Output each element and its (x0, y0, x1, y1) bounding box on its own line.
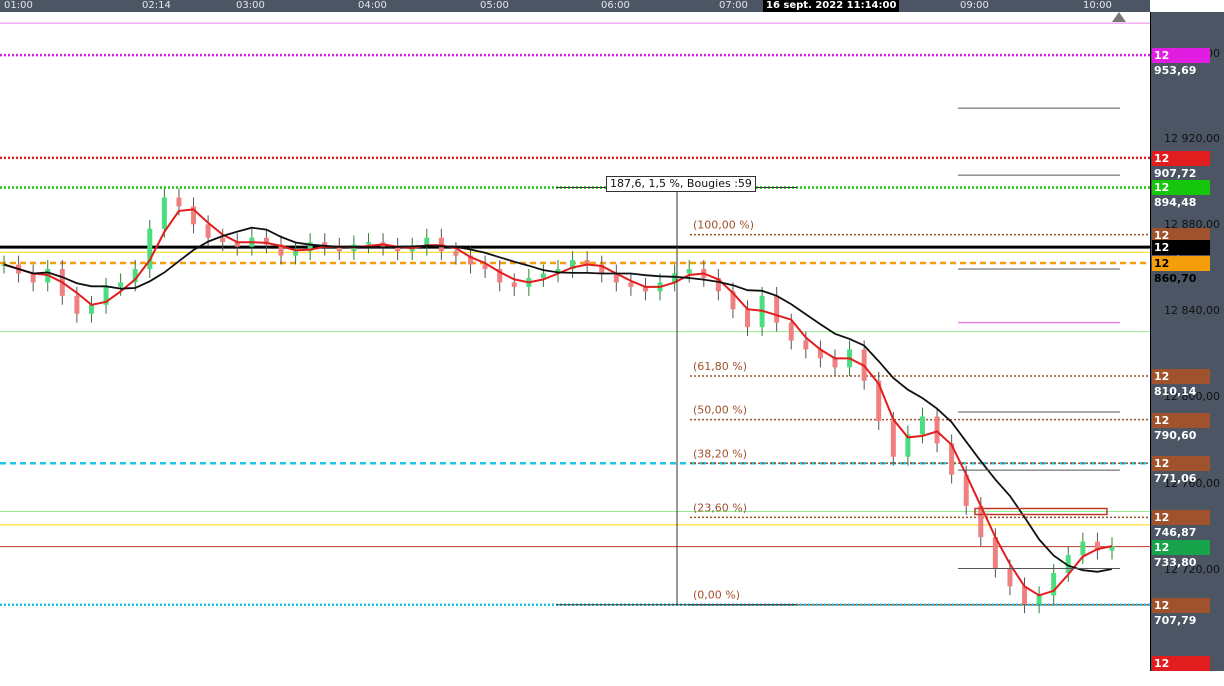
price-tag: 12 790,60 (1152, 412, 1210, 442)
cursor-date-badge: 16 sept. 2022 11:14:00 (763, 0, 900, 12)
candle-body (118, 282, 124, 287)
candle-body (803, 340, 809, 350)
candle-body (30, 273, 36, 283)
time-axis: 01:00 02:14 03:00 04:00 05:00 06:00 07:0… (0, 0, 1150, 12)
candle-body (453, 251, 459, 256)
candle-body (176, 197, 182, 207)
time-tick: 06:00 (601, 0, 630, 11)
time-tick: 05:00 (480, 0, 509, 11)
candle-body (88, 304, 94, 314)
price-tick: 12 920,00 (1164, 132, 1220, 145)
fib-level-label: (50,00 %) (693, 404, 747, 417)
price-tag: 12 894,48 (1152, 180, 1210, 209)
time-tick: 10:00 (1083, 0, 1112, 11)
candle-body (832, 358, 838, 368)
candle-body (1007, 568, 1013, 587)
candle-body (686, 269, 692, 274)
time-tick: 03:00 (236, 0, 265, 11)
candle-body (293, 251, 299, 256)
candle-body (1080, 541, 1086, 556)
price-tag: 12 678,13 (1152, 656, 1210, 685)
candle-body (890, 420, 896, 457)
price-tag: 12 733,80 (1152, 539, 1210, 569)
time-tick: 01:00 (4, 0, 33, 11)
candle-body (745, 309, 751, 328)
candle-body (365, 242, 371, 245)
price-tag: 12 953,69 (1152, 48, 1210, 77)
candle-body (1022, 586, 1028, 605)
price-chart[interactable]: (100,00 %) (61,80 %) (50,00 %) (38,20 %) (23… (0, 12, 1150, 671)
fib-level-label: (0,00 %) (693, 589, 740, 602)
price-tag: 12 746,87 (1152, 510, 1210, 539)
fib-level-label: (23,60 %) (693, 501, 747, 514)
price-tag: 12 860,70 (1152, 255, 1210, 285)
candle-body (511, 282, 517, 287)
fib-level-label: (61,80 %) (693, 360, 747, 373)
candle-body (788, 322, 794, 341)
candle-body (934, 416, 940, 444)
candle-body (919, 416, 925, 435)
fib-level-label: (100,00 %) (693, 219, 754, 232)
price-tag: 12 707,79 (1152, 597, 1210, 627)
price-tag: 12 810,14 (1152, 368, 1210, 398)
price-tick: 12 840,00 (1164, 304, 1220, 317)
candle-body (774, 295, 780, 323)
time-tick: 07:00 (719, 0, 748, 11)
candle-body (1036, 595, 1042, 605)
fib-level-label: (38,20 %) (693, 447, 747, 460)
candle-body (74, 295, 80, 314)
candle-body (628, 282, 634, 287)
price-tag: 12 907,72 (1152, 150, 1210, 180)
candle-body (540, 273, 546, 278)
time-tick: 09:00 (960, 0, 989, 11)
candle-body (220, 237, 226, 243)
time-tick: 04:00 (358, 0, 387, 11)
horizontal-levels (0, 22, 1150, 606)
candle-body (205, 224, 211, 238)
time-tick: 02:14 (142, 0, 171, 11)
price-axis[interactable]: 12 960,00 12 920,00 12 880,00 12 840,00 … (1150, 12, 1224, 671)
price-tag: 12 771,06 (1152, 456, 1210, 485)
candle-body (161, 197, 167, 229)
measure-label: 187,6, 1,5 %, Bougies :59 (606, 176, 756, 192)
price-tag: 12 867,81 (1152, 240, 1210, 269)
